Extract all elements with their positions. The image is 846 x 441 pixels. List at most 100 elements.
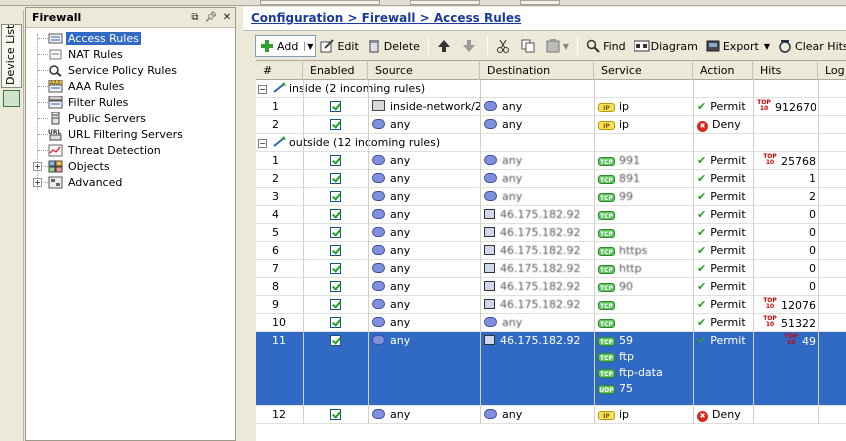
host-icon bbox=[484, 263, 495, 273]
enabled-checkbox[interactable] bbox=[330, 245, 341, 256]
service-cell: TCP 90 bbox=[594, 278, 693, 296]
table-row[interactable]: 12 any any IP ip Deny bbox=[256, 406, 846, 424]
table-row[interactable]: 3 any any TCP 99 Permit 2 bbox=[256, 188, 846, 206]
enabled-checkbox[interactable] bbox=[330, 227, 341, 238]
top-tab[interactable] bbox=[520, 0, 560, 5]
top10-badge-icon: TOP 10 bbox=[763, 153, 777, 166]
enabled-checkbox[interactable] bbox=[330, 191, 341, 202]
service-value: 99 bbox=[619, 190, 633, 203]
table-row[interactable]: 1 inside-network/24 any IP ip Permit TOP10 9126… bbox=[256, 98, 846, 116]
network-cloud-icon bbox=[372, 263, 385, 273]
table-row[interactable]: 7 any 46.175.182.92 TCP http Permit 0 bbox=[256, 260, 846, 278]
enabled-checkbox[interactable] bbox=[330, 155, 341, 166]
enabled-checkbox[interactable] bbox=[330, 409, 341, 420]
copy-icon bbox=[521, 39, 535, 53]
table-row[interactable]: 9 any 46.175.182.92 TCP Permit TOP10 12076 bbox=[256, 296, 846, 314]
cut-button[interactable] bbox=[492, 35, 517, 57]
destination-cell: 46.175.182.92 bbox=[480, 296, 594, 314]
edit-button[interactable]: Edit bbox=[316, 35, 362, 57]
toolbar: Add ▼ Edit Delete ▼ Find Diagram Export bbox=[243, 33, 846, 59]
enabled-checkbox[interactable] bbox=[330, 209, 341, 220]
column-divider bbox=[693, 80, 694, 424]
enabled-checkbox[interactable] bbox=[330, 101, 341, 112]
table-row[interactable]: 11 any 46.175.182.92 TCP 59 TCP ftp TCP ftp-data… bbox=[256, 332, 846, 406]
clear-hits-button[interactable]: Clear Hits bbox=[774, 35, 846, 57]
enabled-checkbox[interactable] bbox=[330, 119, 341, 130]
move-down-button[interactable] bbox=[458, 35, 483, 57]
table-row[interactable]: 2 any any IP ip Deny bbox=[256, 116, 846, 134]
tree-item-objects[interactable]: Objects bbox=[48, 158, 112, 174]
paste-dropdown-icon[interactable]: ▼ bbox=[563, 42, 569, 51]
table-row[interactable]: 2 any any TCP 891 Permit 1 bbox=[256, 170, 846, 188]
tree-item-filter-rules[interactable]: Filter Rules bbox=[48, 94, 130, 110]
col-header-destination[interactable]: Destination bbox=[480, 61, 594, 80]
enabled-checkbox[interactable] bbox=[330, 335, 341, 346]
col-header-action[interactable]: Action bbox=[693, 61, 753, 80]
tree-item-access-rules[interactable]: Access Rules bbox=[48, 30, 141, 46]
table-row[interactable]: 6 any 46.175.182.92 TCP https Permit 0 bbox=[256, 242, 846, 260]
source-cell: inside-network/24 bbox=[368, 98, 480, 116]
action-cell: Permit bbox=[693, 332, 753, 350]
col-header-number[interactable]: # bbox=[256, 61, 303, 80]
device-list-tab[interactable]: Device List bbox=[1, 24, 22, 88]
source-cell: any bbox=[368, 152, 480, 170]
top-tab[interactable] bbox=[410, 0, 480, 5]
diagram-button[interactable]: Diagram bbox=[630, 35, 702, 57]
scissors-icon bbox=[496, 39, 510, 53]
table-row[interactable]: 10 any any TCP Permit TOP10 51322 bbox=[256, 314, 846, 332]
table-row[interactable]: 5 any 46.175.182.92 TCP Permit 0 bbox=[256, 224, 846, 242]
pin-icon[interactable]: 📌︎ bbox=[203, 12, 219, 23]
rule-number-cell: 4 bbox=[260, 206, 300, 224]
copy-button[interactable] bbox=[517, 35, 542, 57]
expand-advanced-toggle[interactable]: + bbox=[33, 178, 42, 187]
top-tab[interactable] bbox=[260, 0, 380, 5]
rule-group-row[interactable]: − outside (12 incoming rules) bbox=[256, 134, 846, 152]
aaa-rules-icon: AAA bbox=[48, 79, 63, 93]
export-dropdown-icon[interactable]: ▼ bbox=[764, 42, 770, 51]
enabled-checkbox[interactable] bbox=[330, 317, 341, 328]
action-value: Permit bbox=[697, 298, 746, 311]
add-button[interactable]: Add ▼ bbox=[255, 35, 317, 57]
tree-label: Service Policy Rules bbox=[68, 63, 177, 77]
table-row[interactable]: 4 any 46.175.182.92 TCP Permit 0 bbox=[256, 206, 846, 224]
action-cell: Deny bbox=[693, 406, 753, 424]
expand-objects-toggle[interactable]: + bbox=[33, 162, 42, 171]
add-dropdown-icon[interactable]: ▼ bbox=[304, 41, 313, 51]
service-cell: IP ip bbox=[594, 98, 693, 116]
edit-icon bbox=[320, 39, 335, 53]
hits-cell: 2 bbox=[753, 188, 816, 206]
enabled-checkbox[interactable] bbox=[330, 263, 341, 274]
device-list-icon[interactable] bbox=[3, 90, 20, 107]
delete-button[interactable]: Delete bbox=[363, 35, 424, 57]
enabled-checkbox[interactable] bbox=[330, 173, 341, 184]
enabled-checkbox[interactable] bbox=[330, 299, 341, 310]
enabled-checkbox[interactable] bbox=[330, 281, 341, 292]
paste-button[interactable]: ▼ bbox=[542, 35, 573, 57]
tree-item-url-filtering-servers[interactable]: URL URL Filtering Servers bbox=[48, 126, 185, 142]
float-icon[interactable]: ⧉ bbox=[187, 12, 203, 23]
tree-item-nat-rules[interactable]: NAT Rules bbox=[48, 46, 125, 62]
tree-item-service-policy-rules[interactable]: Service Policy Rules bbox=[48, 62, 179, 78]
source-value: any bbox=[390, 226, 411, 239]
action-cell: Permit bbox=[693, 152, 753, 170]
col-header-log[interactable]: Log bbox=[818, 61, 846, 80]
export-button[interactable]: Export ▼ bbox=[702, 35, 774, 57]
col-header-enabled[interactable]: Enabled bbox=[303, 61, 368, 80]
close-icon[interactable]: ✕ bbox=[219, 12, 235, 23]
breadcrumb-link[interactable]: Configuration > Firewall > Access Rules bbox=[251, 11, 521, 25]
move-up-button[interactable] bbox=[433, 35, 458, 57]
tree-item-advanced[interactable]: Advanced bbox=[48, 174, 124, 190]
rule-group-row[interactable]: − inside (2 incoming rules) bbox=[256, 80, 846, 98]
source-value: any bbox=[390, 298, 411, 311]
table-row[interactable]: 1 any any TCP 991 Permit TOP10 25768 bbox=[256, 152, 846, 170]
table-header: # Enabled Source Destination Service Act… bbox=[256, 61, 846, 80]
tree-item-threat-detection[interactable]: Threat Detection bbox=[48, 142, 163, 158]
destination-cell: 46.175.182.92 bbox=[480, 332, 594, 350]
tree-item-public-servers[interactable]: Public Servers bbox=[48, 110, 148, 126]
col-header-source[interactable]: Source bbox=[368, 61, 480, 80]
find-button[interactable]: Find bbox=[582, 35, 630, 57]
col-header-service[interactable]: Service bbox=[594, 61, 693, 80]
table-row[interactable]: 8 any 46.175.182.92 TCP 90 Permit 0 bbox=[256, 278, 846, 296]
col-header-hits[interactable]: Hits bbox=[753, 61, 818, 80]
tree-item-aaa-rules[interactable]: AAA AAA Rules bbox=[48, 78, 126, 94]
